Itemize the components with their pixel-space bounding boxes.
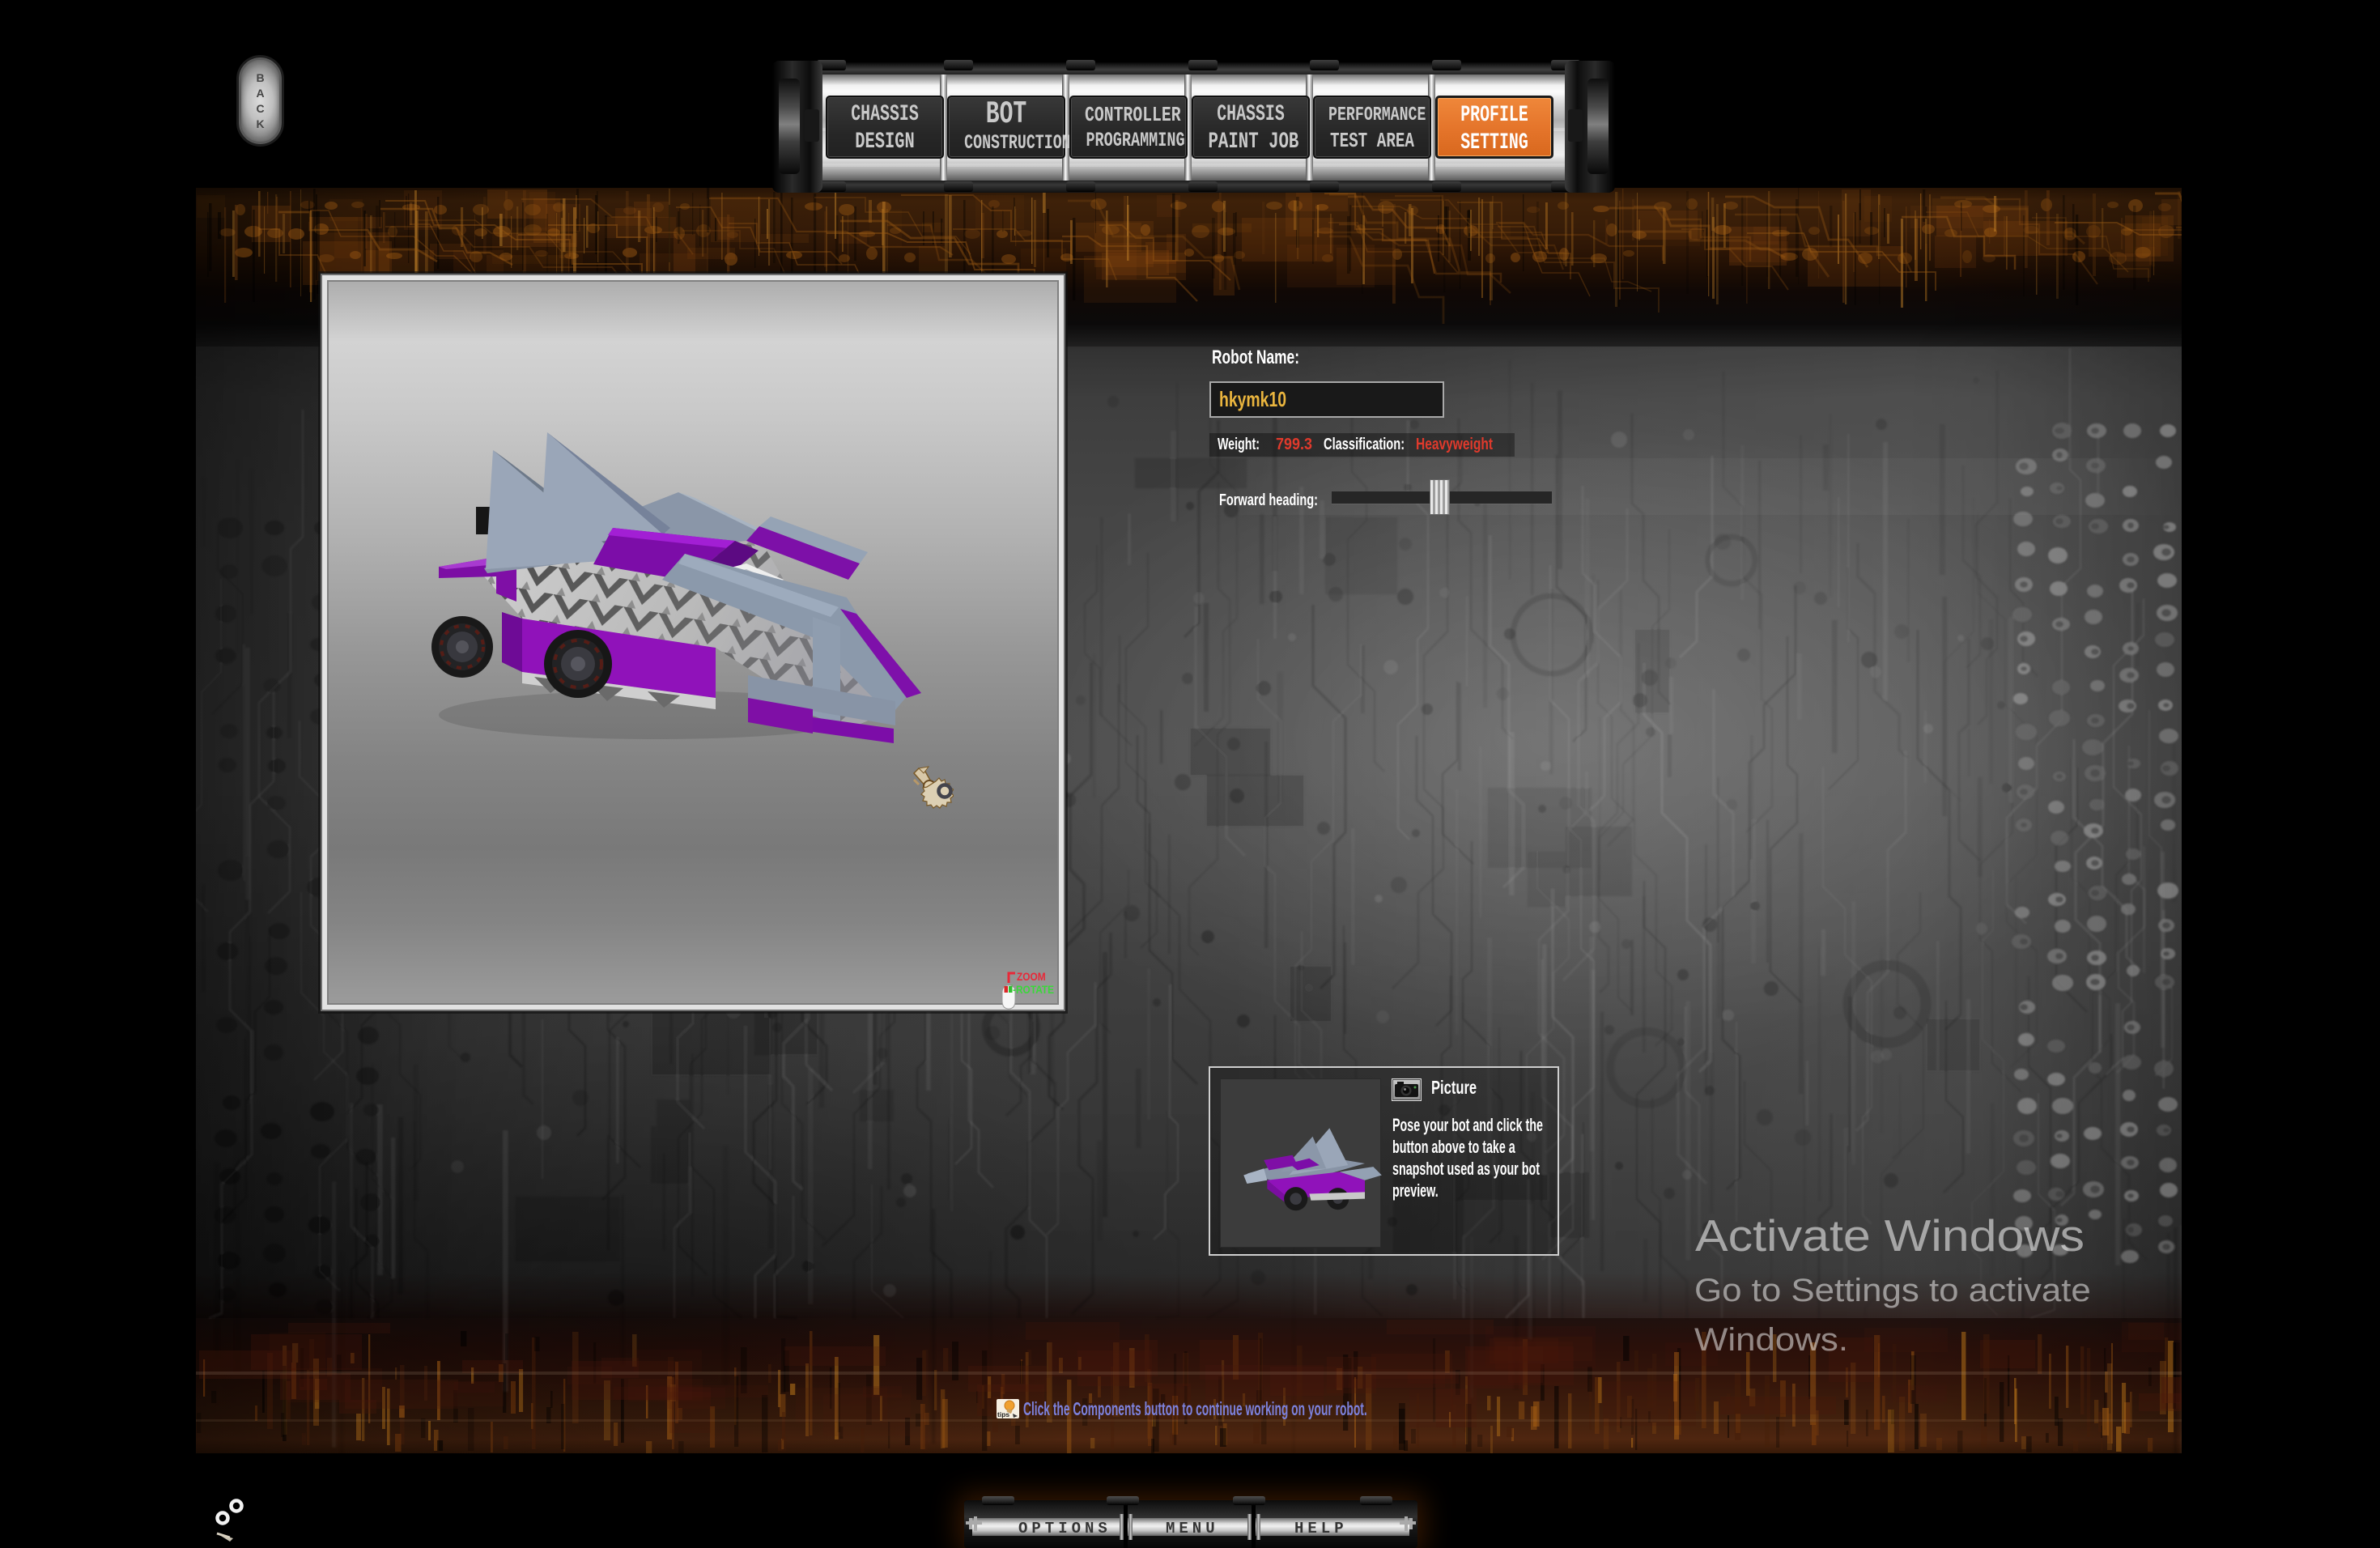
svg-text:tips: tips <box>997 1410 1009 1418</box>
